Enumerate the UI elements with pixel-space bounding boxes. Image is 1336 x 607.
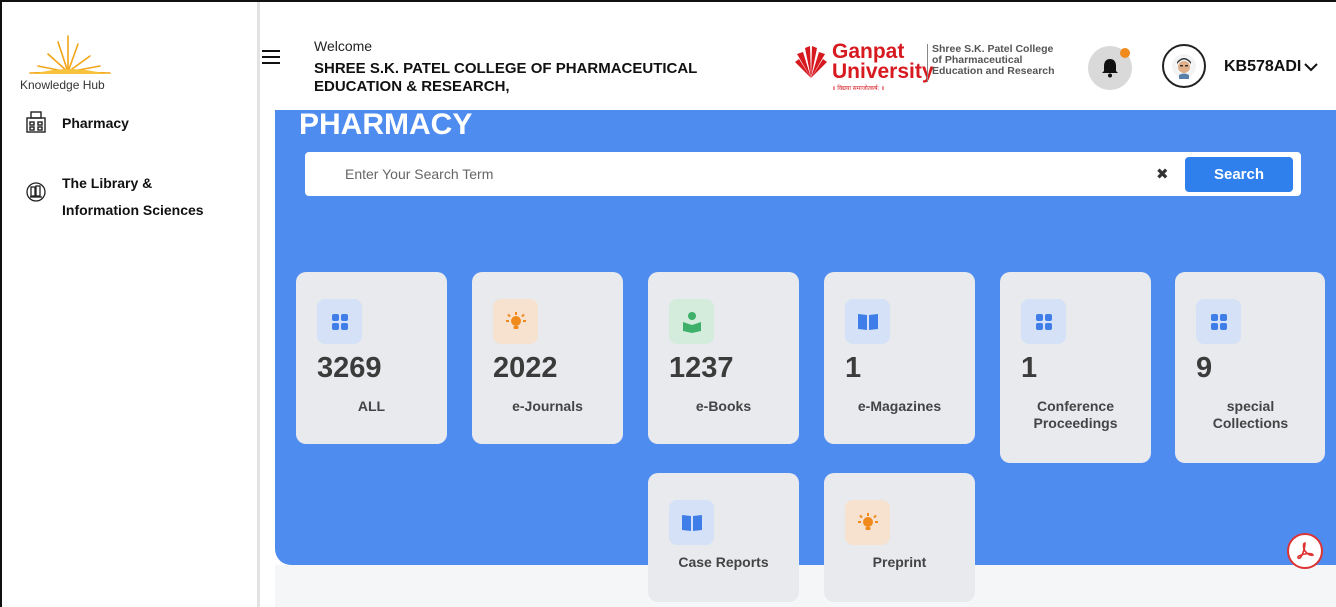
- card-label: Conference: [1036, 398, 1115, 414]
- search-bar: ✖ Search: [305, 152, 1301, 196]
- category-card-special-collections[interactable]: 9 special Collections: [1175, 272, 1325, 463]
- reader-icon: [669, 299, 714, 344]
- library-books-icon: [26, 182, 46, 202]
- sunburst-logo-icon: [29, 35, 111, 74]
- category-card-ebooks[interactable]: 1237 e-Books: [648, 272, 799, 444]
- chevron-down-icon: [1304, 63, 1319, 72]
- avatar[interactable]: [1162, 44, 1206, 88]
- card-count: 1: [1021, 352, 1038, 384]
- card-label: Collections: [1212, 415, 1289, 431]
- username: KB578ADI: [1224, 58, 1302, 75]
- bulb-icon: [493, 299, 538, 344]
- search-input[interactable]: [345, 152, 1125, 196]
- search-button[interactable]: Search: [1185, 157, 1293, 192]
- card-label: e-Magazines: [857, 398, 942, 414]
- card-label: Proceedings: [1033, 415, 1118, 431]
- university-word2: University: [832, 60, 934, 83]
- card-count: 2022: [493, 352, 558, 384]
- notification-button[interactable]: [1088, 46, 1132, 90]
- card-label: e-Journals: [512, 398, 583, 414]
- sidebar-item-library[interactable]: The Library & Information Sciences: [24, 170, 204, 224]
- top-header: Welcome SHREE S.K. PATEL COLLEGE OF PHAR…: [262, 2, 1336, 110]
- welcome-text: Welcome: [314, 38, 373, 54]
- category-card-all[interactable]: 3269 ALL: [296, 272, 447, 444]
- card-label: ALL: [357, 398, 386, 414]
- university-tagline: ॥ विद्यया समाजोत्कर्ष: ॥: [832, 86, 885, 92]
- logo-divider: [927, 44, 928, 82]
- knowledge-hub-logo[interactable]: Knowledge Hub: [20, 32, 140, 97]
- card-count: 9: [1196, 352, 1213, 384]
- grid-icon: [1021, 299, 1066, 344]
- category-card-ejournals[interactable]: 2022 e-Journals: [472, 272, 623, 444]
- category-card-conference-proceedings[interactable]: 1 Conference Proceedings: [1000, 272, 1151, 463]
- bulb-icon: [845, 500, 890, 545]
- page-title: PHARMACY: [299, 108, 473, 141]
- user-avatar-icon: [1172, 54, 1196, 79]
- card-label: Preprint: [872, 554, 927, 570]
- sidebar-item-pharmacy[interactable]: Pharmacy: [24, 110, 129, 137]
- card-label: Case Reports: [678, 554, 769, 570]
- building-icon: [26, 111, 46, 133]
- logo-text: Knowledge Hub: [20, 78, 105, 92]
- clear-icon[interactable]: ✖: [1156, 165, 1169, 183]
- pdf-icon[interactable]: [1287, 533, 1323, 569]
- ganpat-university-logo: Ganpat University ॥ विद्यया समाजोत्कर्ष:…: [794, 40, 1074, 96]
- card-label: special: [1226, 398, 1275, 414]
- grid-icon: [1196, 299, 1241, 344]
- menu-icon[interactable]: [262, 50, 280, 64]
- content-background: [275, 565, 1336, 607]
- card-count: 1: [845, 352, 862, 384]
- university-name: Ganpat University: [832, 40, 934, 83]
- sidebar: Knowledge Hub Pharmacy The Library & Inf…: [2, 2, 260, 607]
- bell-icon: [1102, 59, 1118, 78]
- book-icon: [669, 500, 714, 545]
- university-word1: Ganpat: [832, 40, 905, 63]
- college-name-line2: EDUCATION & RESEARCH,: [314, 78, 510, 95]
- notification-dot: [1120, 48, 1130, 58]
- ganpat-emblem-icon: [795, 46, 827, 78]
- sidebar-item-label: Information Sciences: [62, 202, 204, 218]
- user-menu[interactable]: KB578ADI: [1224, 58, 1319, 76]
- college-name-line1: SHREE S.K. PATEL COLLEGE OF PHARMACEUTIC…: [314, 60, 698, 77]
- card-count: 1237: [669, 352, 734, 384]
- category-card-emagazines[interactable]: 1 e-Magazines: [824, 272, 975, 444]
- college-name: SHREE S.K. PATEL COLLEGE OF PHARMACEUTIC…: [314, 60, 754, 96]
- sidebar-item-label: Pharmacy: [62, 115, 129, 131]
- college-logo-line3: Education and Research: [932, 65, 1055, 77]
- college-logo-text: Shree S.K. Patel College of Pharmaceutic…: [932, 44, 1055, 77]
- card-label: e-Books: [695, 398, 752, 414]
- sidebar-item-label: The Library &: [62, 175, 153, 191]
- category-card-case-reports[interactable]: Case Reports: [648, 473, 799, 602]
- grid-icon: [317, 299, 362, 344]
- book-icon: [845, 299, 890, 344]
- category-card-preprint[interactable]: Preprint: [824, 473, 975, 602]
- card-count: 3269: [317, 352, 382, 384]
